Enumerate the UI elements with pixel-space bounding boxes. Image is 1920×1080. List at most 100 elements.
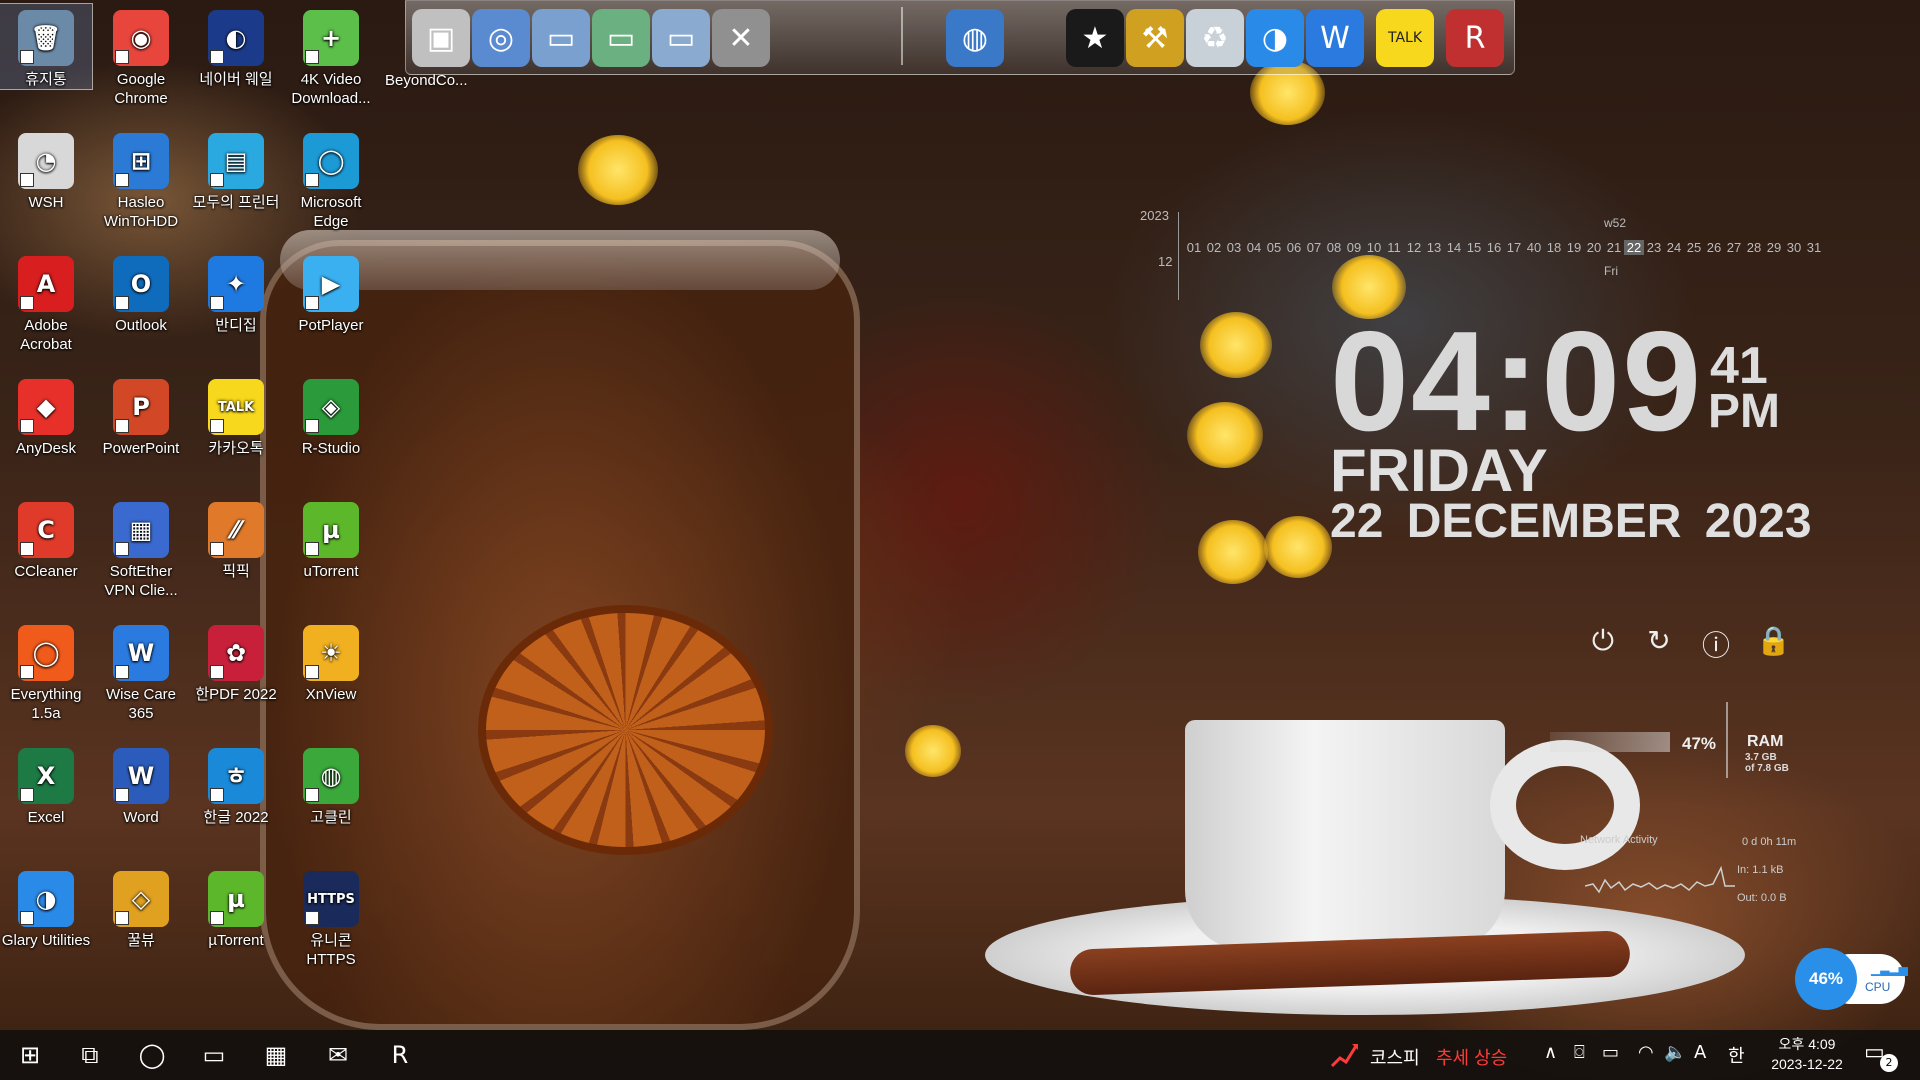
desktop-icon[interactable]: ◑ Glary Utilities xyxy=(0,865,92,950)
network-out: Out: 0.0 B xyxy=(1737,892,1787,904)
desktop-icon[interactable]: ▦ SoftEther VPN Clie... xyxy=(95,496,187,600)
taskbar-date: 2023-12-22 xyxy=(1771,1056,1843,1072)
desktop-icon-label: CCleaner xyxy=(14,563,78,580)
lock-icon[interactable]: 🔒 xyxy=(1756,624,1791,658)
desktop-icon[interactable]: ◇ 꿀뷰 xyxy=(95,865,187,950)
desktop-icon[interactable]: ▤ 모두의 프린터 xyxy=(190,127,282,212)
power-icon[interactable]: ⏻ xyxy=(1586,624,1620,658)
ram-divider xyxy=(1726,702,1728,778)
desktop-icon[interactable]: W Wise Care 365 xyxy=(95,619,187,723)
edge-taskbar-icon[interactable]: ◯ xyxy=(122,1030,182,1080)
ram-label: RAM xyxy=(1747,733,1784,750)
camera-icon[interactable]: ⌼ xyxy=(1574,1042,1585,1063)
desktop-icon[interactable]: ◍ 고클린 xyxy=(285,742,377,827)
volume-icon[interactable]: 🔈 xyxy=(1664,1042,1686,1063)
desktop-icon[interactable]: +4K Video Download... xyxy=(285,4,377,108)
wifi-icon[interactable]: ◠ xyxy=(1638,1042,1654,1063)
calendar-day: 16 xyxy=(1486,240,1502,255)
beyond-compare-icon[interactable]: ▣ xyxy=(412,9,470,67)
desktop-icon-label: µTorrent xyxy=(208,932,264,949)
ram-usage-bar xyxy=(1550,732,1670,752)
app-icon: 🗑 xyxy=(18,10,74,66)
cpu-percent: 46% xyxy=(1795,948,1857,1010)
store-icon[interactable]: ▦ xyxy=(246,1030,306,1080)
desktop-icon[interactable]: ◔ WSH xyxy=(0,127,92,212)
ram-percent: 47% xyxy=(1682,734,1717,753)
glary-icon[interactable]: ◑ xyxy=(1246,9,1304,67)
desktop-icon[interactable]: ◯ Everything 1.5a xyxy=(0,619,92,723)
desktop-icon-label: PowerPoint xyxy=(102,440,180,457)
desktop-icon[interactable]: ⊞ Hasleo WinToHDD xyxy=(95,127,187,231)
desktop-icon[interactable]: ◯ Microsoft Edge xyxy=(285,127,377,231)
calendar-day: 26 xyxy=(1706,240,1722,255)
start-button[interactable]: ⊞ xyxy=(0,1030,60,1080)
app-icon: ⁄⁄ xyxy=(208,502,264,558)
calendar-day: 22 xyxy=(1624,240,1644,255)
desktop-icon[interactable]: 🗑 휴지통 xyxy=(0,3,93,90)
notification-center-button[interactable]: ▭ 2 xyxy=(1864,1040,1898,1072)
desktop-icon[interactable]: O Outlook xyxy=(95,250,187,335)
restart-icon[interactable]: ↻ xyxy=(1642,624,1676,658)
calendar-day: 40 xyxy=(1526,240,1542,255)
wallpaper-bokeh xyxy=(1198,520,1268,584)
folder-open-icon[interactable]: ▭ xyxy=(652,9,710,67)
battery-icon[interactable]: ▭ xyxy=(1602,1042,1619,1063)
desktop-icon-label: Adobe Acrobat xyxy=(20,317,72,353)
kakaotalk-icon[interactable]: TALK xyxy=(1376,9,1434,67)
desktop-icon[interactable]: ㅎ 한글 2022 xyxy=(190,742,282,827)
clock-ampm: PM xyxy=(1708,385,1780,438)
desktop-icon[interactable]: ✿ 한PDF 2022 xyxy=(190,619,282,704)
tshirt-icon[interactable]: ★ xyxy=(1066,9,1124,67)
info-icon[interactable]: ⓘ xyxy=(1699,624,1733,662)
desktop-icon[interactable]: µ uTorrent xyxy=(285,496,377,581)
desktop-icon[interactable]: µ µTorrent xyxy=(190,865,282,950)
desktop-icon[interactable]: W Word xyxy=(95,742,187,827)
app-icon: µ xyxy=(208,871,264,927)
folder-icon[interactable]: ▭ xyxy=(532,9,590,67)
globe-icon[interactable]: ◍ xyxy=(946,9,1004,67)
desktop-icon[interactable]: ◈ R-Studio xyxy=(285,373,377,458)
taskbar-clock[interactable]: 오후 4:09 2023-12-22 xyxy=(1762,1034,1852,1074)
desktop-icon-label: Word xyxy=(123,809,159,826)
network-globe-icon[interactable]: ◎ xyxy=(472,9,530,67)
desktop-icon-label: 고클린 xyxy=(310,809,352,826)
font-icon[interactable]: A xyxy=(1694,1042,1706,1063)
desktop-icon[interactable]: HTTPS 유니콘 HTTPS xyxy=(285,865,377,969)
kospi-trend[interactable]: 추세 상승 xyxy=(1436,1044,1507,1070)
desktop-icon[interactable]: ✦ 반디집 xyxy=(190,250,282,335)
calendar-day: 18 xyxy=(1546,240,1562,255)
rstudio-taskbar-icon[interactable]: R xyxy=(370,1030,430,1080)
desktop-icon[interactable]: C CCleaner xyxy=(0,496,92,581)
calendar-day: 24 xyxy=(1666,240,1682,255)
desktop-icon-label: uTorrent xyxy=(303,563,359,580)
task-view-icon[interactable]: ⧉ xyxy=(60,1030,120,1080)
desktop-icon-label: 네이버 웨일 xyxy=(199,71,273,88)
rstudio-icon[interactable]: R xyxy=(1446,9,1504,67)
recycle-bin-icon[interactable]: ♻ xyxy=(1186,9,1244,67)
taskbar: ⊞ ⧉ ◯ ▭ ▦ ✉ R 코스피 추세 상승 ∧ ⌼ ▭ ◠ 🔈 A 한 오후 4:09 2023-1… xyxy=(0,1030,1920,1080)
desktop-icon[interactable]: ◆ AnyDesk xyxy=(0,373,92,458)
desktop-icon[interactable]: ☀ XnView xyxy=(285,619,377,704)
utilities-tools-icon[interactable]: ✕ xyxy=(712,9,770,67)
cpu-widget[interactable]: ▁▃▂▅ CPU 46% xyxy=(1795,948,1908,1010)
dock-separator xyxy=(901,7,903,65)
mail-icon[interactable]: ✉ xyxy=(308,1030,368,1080)
show-hidden-icons[interactable]: ∧ xyxy=(1544,1042,1557,1063)
hammer-icon[interactable]: ⚒ xyxy=(1126,9,1184,67)
desktop-icon[interactable]: TALK 카카오톡 xyxy=(190,373,282,458)
kospi-label[interactable]: 코스피 xyxy=(1370,1044,1420,1070)
folder-green-icon[interactable]: ▭ xyxy=(592,9,650,67)
file-explorer-icon[interactable]: ▭ xyxy=(184,1030,244,1080)
desktop-icon[interactable]: ◉ Google Chrome xyxy=(95,4,187,108)
desktop-icon[interactable]: X Excel xyxy=(0,742,92,827)
desktop-icon[interactable]: P PowerPoint xyxy=(95,373,187,458)
desktop-icon[interactable]: ⁄⁄ 픽픽 xyxy=(190,496,282,581)
desktop-icon[interactable]: ◐ 네이버 웨일 xyxy=(190,4,282,89)
app-icon: µ xyxy=(303,502,359,558)
ime-icon[interactable]: 한 xyxy=(1728,1042,1745,1068)
desktop-icon[interactable]: ▶ PotPlayer xyxy=(285,250,377,335)
desktop-icon[interactable]: A Adobe Acrobat xyxy=(0,250,92,354)
wise-care-icon[interactable]: W xyxy=(1306,9,1364,67)
kospi-chart-icon[interactable] xyxy=(1330,1040,1360,1070)
calendar-day: 31 xyxy=(1806,240,1822,255)
